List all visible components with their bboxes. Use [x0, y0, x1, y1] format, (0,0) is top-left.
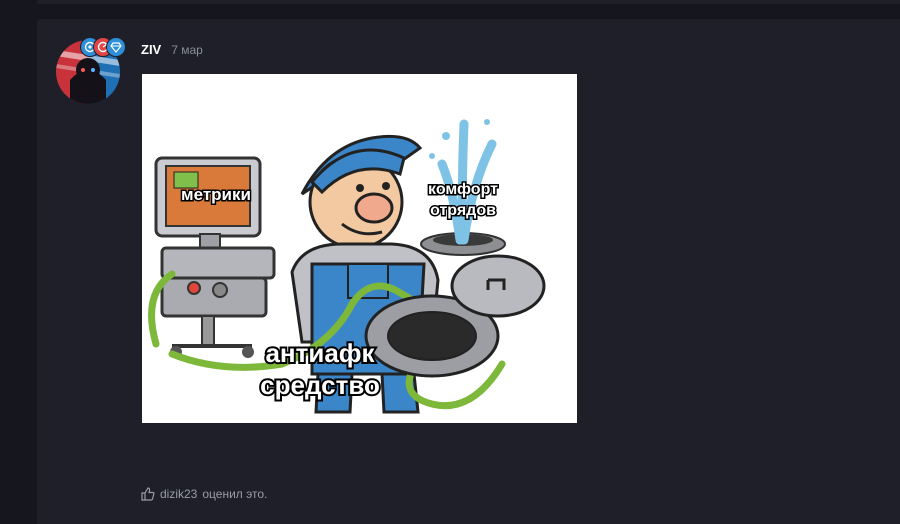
user-badges [80, 37, 130, 57]
thumbs-up-icon [141, 487, 155, 501]
diamond-badge-icon [106, 37, 126, 57]
post-header: ZIV 7 мар [141, 42, 203, 57]
post-image[interactable]: метрики комфорт отрядов антиафк средство [142, 74, 577, 423]
author-name[interactable]: ZIV [141, 42, 161, 57]
post-card: ZIV 7 мар метрики комфорт отрядов антиаф… [37, 19, 900, 524]
caption-metrics: метрики [181, 185, 251, 204]
caption-antiafk-line2: средство [260, 370, 380, 400]
post-date[interactable]: 7 мар [171, 43, 203, 57]
caption-antiafk-line1: антиафк [265, 338, 375, 368]
reactor-username[interactable]: dizik23 [160, 487, 197, 501]
reaction-text: оценил это. [202, 487, 268, 501]
caption-comfort-line2: отрядов [430, 202, 496, 219]
caption-comfort-line1: комфорт [428, 181, 498, 198]
reactions-bar: dizik23 оценил это. [141, 487, 267, 501]
previous-post-edge [37, 0, 900, 4]
